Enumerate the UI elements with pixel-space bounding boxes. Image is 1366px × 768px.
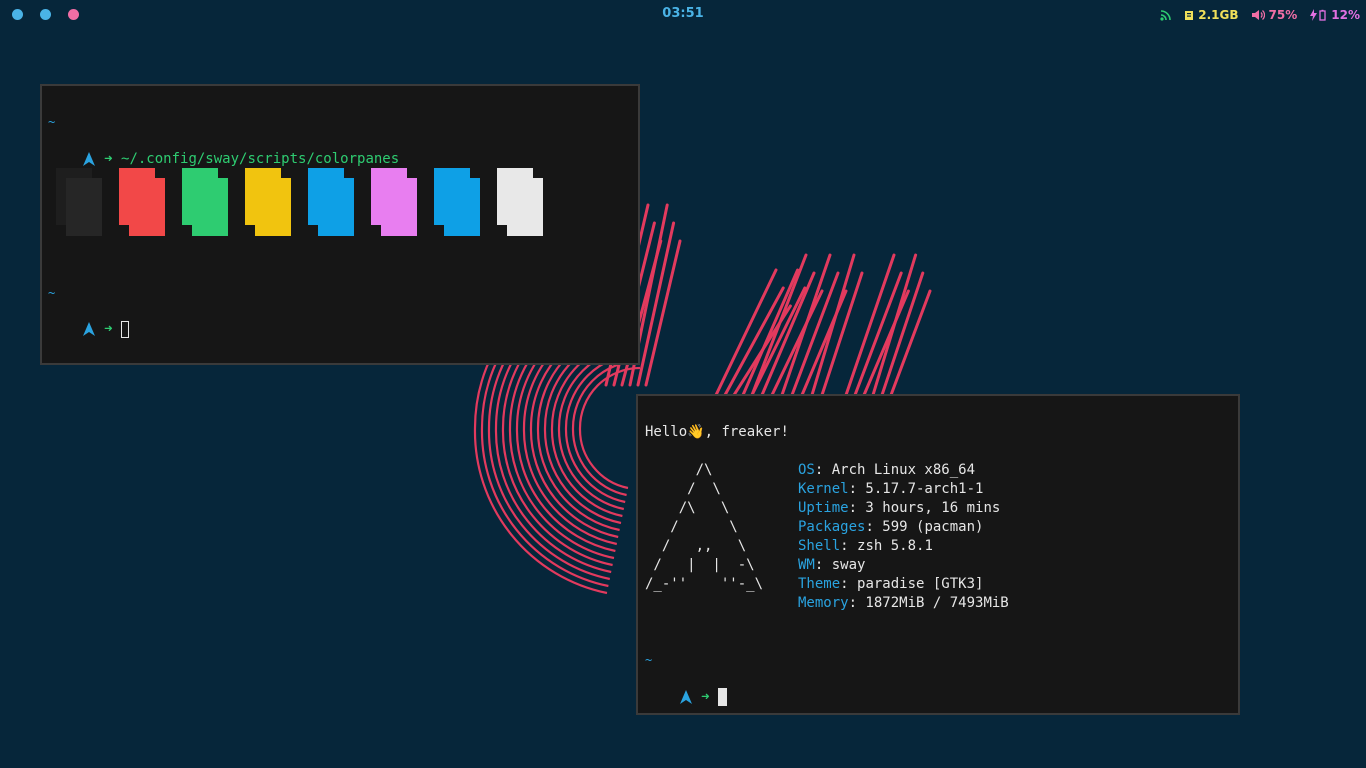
text-cursor xyxy=(718,688,728,706)
info-value: : 3 hours, 16 mins xyxy=(848,500,1001,516)
info-key: Packages xyxy=(798,519,866,535)
network-status[interactable] xyxy=(1160,9,1172,21)
color-pane xyxy=(56,168,102,236)
ascii-line: / \ xyxy=(645,519,738,535)
arch-logo-icon xyxy=(679,690,692,704)
color-pane xyxy=(371,168,417,236)
battery-value: 12% xyxy=(1331,8,1360,22)
prompt-arrow-icon: ➜ xyxy=(95,321,122,337)
arch-logo-icon xyxy=(82,322,95,336)
prompt-arrow-icon: ➜ xyxy=(95,151,122,167)
ascii-line: /\ xyxy=(645,462,713,478)
color-pane xyxy=(182,168,228,236)
info-key: Shell xyxy=(798,538,841,554)
color-pane-front xyxy=(381,178,417,236)
info-key: Kernel xyxy=(798,481,849,497)
info-key: Memory xyxy=(798,595,849,611)
prompt-line-2[interactable]: ➜ xyxy=(48,301,130,358)
wallpaper-streak xyxy=(880,271,925,397)
color-pane-front xyxy=(507,178,543,236)
color-pane-front xyxy=(255,178,291,236)
color-pane xyxy=(245,168,291,236)
wave-icon: 👋 xyxy=(687,424,705,440)
info-key: WM xyxy=(798,557,815,573)
ascii-line: / \ xyxy=(645,481,721,497)
battery-status[interactable]: 12% xyxy=(1309,8,1360,22)
info-row: Uptime: 3 hours, 16 mins xyxy=(798,499,1000,518)
ascii-line: /_-'' ''-_\ xyxy=(645,576,764,592)
color-pane xyxy=(119,168,165,236)
info-row: Theme: paradise [GTK3] xyxy=(798,575,983,594)
color-pane-front xyxy=(192,178,228,236)
info-row: Kernel: 5.17.7-arch1-1 xyxy=(798,480,983,499)
memory-value: 2.1GB xyxy=(1198,8,1239,22)
memory-chip-icon xyxy=(1185,10,1194,20)
status-area: 2.1GB 75% 12% xyxy=(1160,6,1360,24)
wallpaper-streak xyxy=(871,253,918,397)
info-key: Theme xyxy=(798,576,841,592)
info-key: OS xyxy=(798,462,815,478)
terminal-colorpanes[interactable]: ~ ➜ ~/.config/sway/scripts/colorpanes ~ … xyxy=(40,84,640,365)
prompt-line[interactable]: ➜ xyxy=(645,669,728,726)
color-pane xyxy=(308,168,354,236)
speaker-icon xyxy=(1251,10,1265,20)
prompt-dir: ~ xyxy=(48,115,56,129)
info-value: : 5.17.7-arch1-1 xyxy=(848,481,984,497)
volume-value: 75% xyxy=(1268,8,1298,22)
ascii-line: / | | -\ xyxy=(645,557,755,573)
info-row: Packages: 599 (pacman) xyxy=(798,518,983,537)
info-value: : zsh 5.8.1 xyxy=(840,538,933,554)
arch-logo-icon xyxy=(82,152,95,166)
info-value: : sway xyxy=(814,557,866,573)
color-pane-front xyxy=(444,178,480,236)
color-pane-front xyxy=(129,178,165,236)
info-key: Uptime xyxy=(798,500,849,516)
greeting-prefix: Hello xyxy=(645,424,688,440)
info-row: OS: Arch Linux x86_64 xyxy=(798,461,975,480)
greeting-suffix: , freaker! xyxy=(704,424,789,440)
prompt-dir: ~ xyxy=(645,653,653,667)
command-text: ~/.config/sway/scripts/colorpanes xyxy=(121,151,400,167)
top-bar: 03:51 2.1GB 75% 12% xyxy=(0,0,1366,28)
info-row: WM: sway xyxy=(798,556,865,575)
wallpaper-streak xyxy=(780,253,832,397)
wallpaper-streak xyxy=(723,286,785,397)
info-row: Memory: 1872MiB / 7493MiB xyxy=(798,594,1009,613)
info-value: : 1872MiB / 7493MiB xyxy=(848,595,1009,611)
wallpaper-streak xyxy=(844,253,896,397)
color-pane-front xyxy=(66,178,102,236)
wallpaper-streak xyxy=(644,239,682,387)
color-pane-front xyxy=(318,178,354,236)
info-value: : Arch Linux x86_64 xyxy=(814,462,976,478)
memory-status[interactable]: 2.1GB xyxy=(1184,8,1239,22)
prompt-arrow-icon: ➜ xyxy=(692,689,719,705)
info-value: : paradise [GTK3] xyxy=(840,576,984,592)
color-pane xyxy=(434,168,480,236)
greeting: Hello👋, freaker! xyxy=(645,423,789,442)
color-pane xyxy=(497,168,543,236)
ascii-line: / ,, \ xyxy=(645,538,747,554)
wallpaper-streak xyxy=(750,253,808,397)
volume-status[interactable]: 75% xyxy=(1251,8,1298,22)
info-row: Shell: zsh 5.8.1 xyxy=(798,537,933,556)
charging-battery-icon xyxy=(1310,9,1326,21)
ascii-line: /\ \ xyxy=(645,500,730,516)
terminal-fetch[interactable]: Hello👋, freaker! /\ / \ /\ \ / \ / ,, \ … xyxy=(636,394,1240,715)
info-value: : 599 (pacman) xyxy=(865,519,984,535)
text-cursor xyxy=(121,320,130,338)
rss-icon xyxy=(1160,10,1172,21)
